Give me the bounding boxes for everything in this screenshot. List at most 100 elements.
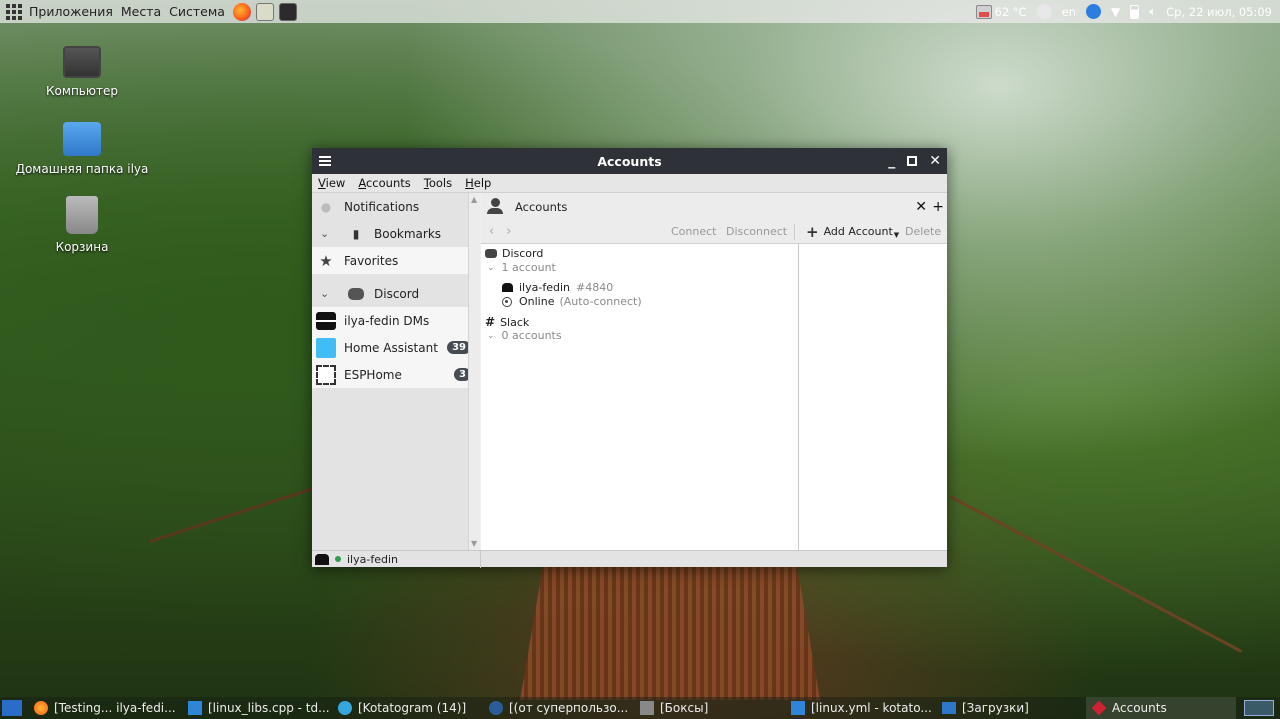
- tree-item-slack[interactable]: # Slack: [485, 315, 529, 329]
- chevron-down-icon[interactable]: ⌄: [487, 331, 495, 341]
- status-user[interactable]: ilya-fedin: [347, 553, 398, 566]
- forward-icon[interactable]: ›: [506, 224, 511, 239]
- taskbar-item-label: [Боксы]: [660, 701, 709, 715]
- menu-applications[interactable]: Приложения: [29, 4, 113, 19]
- battery-icon[interactable]: [1130, 4, 1140, 19]
- taskbar-item-active[interactable]: Accounts: [1086, 697, 1236, 719]
- chevron-down-icon[interactable]: ⌄: [487, 263, 495, 273]
- minimize-icon[interactable]: _: [888, 153, 895, 169]
- wallpaper-bridge: [520, 560, 820, 700]
- chevron-down-icon[interactable]: ⌄: [320, 287, 334, 300]
- desktop-icon-computer[interactable]: Компьютер: [12, 46, 152, 98]
- sidebar-item-discord[interactable]: ⌄ Discord: [312, 280, 479, 307]
- volume-icon[interactable]: 🔈︎: [1149, 4, 1156, 19]
- details-pane: [800, 244, 947, 550]
- back-icon[interactable]: ‹: [489, 224, 494, 239]
- menu-accounts[interactable]: Accounts: [358, 176, 410, 190]
- bell-icon: ●: [320, 199, 332, 214]
- sidebar: ● Notifications ⌄ ▮ Bookmarks ★ Favorite…: [312, 193, 480, 550]
- accounts-panel: Accounts ✕ + ‹ › Connect Disconnect + Ad…: [481, 193, 947, 550]
- sidebar-scrollbar[interactable]: ▲ ▼: [468, 193, 480, 550]
- sidebar-item-bookmarks[interactable]: ⌄ ▮ Bookmarks: [312, 220, 479, 247]
- tree-item-account[interactable]: ilya-fedin #4840: [502, 281, 613, 294]
- taskbar-item-label: [linux_libs.cpp - td...: [208, 701, 330, 715]
- taskbar-item[interactable]: [Загрузки]: [942, 701, 1029, 715]
- disconnect-button[interactable]: Disconnect: [726, 225, 787, 238]
- connect-button[interactable]: Connect: [671, 225, 716, 238]
- menu-tools[interactable]: Tools: [424, 176, 452, 190]
- chevron-down-icon[interactable]: ⌄: [320, 227, 334, 240]
- taskbar-item[interactable]: [Боксы]: [640, 701, 708, 715]
- keyboard-layout[interactable]: en: [1062, 5, 1076, 19]
- close-icon[interactable]: ✕: [929, 153, 941, 169]
- close-tab-icon[interactable]: ✕: [915, 199, 927, 215]
- desktop-icon-trash[interactable]: Корзина: [12, 196, 152, 254]
- slack-icon: #: [485, 315, 496, 329]
- scroll-down-icon[interactable]: ▼: [471, 539, 477, 548]
- folder-icon: [942, 702, 956, 714]
- scroll-up-icon[interactable]: ▲: [471, 195, 477, 204]
- taskbar-item[interactable]: [linux_libs.cpp - td...: [188, 701, 330, 715]
- taskbar-item[interactable]: [linux.yml - kotato...: [791, 701, 932, 715]
- delete-button[interactable]: Delete: [905, 225, 941, 238]
- text-editor-icon[interactable]: [255, 2, 274, 21]
- workspace-switcher[interactable]: [1244, 700, 1274, 716]
- account-count: 1 account: [501, 261, 556, 274]
- add-account-button[interactable]: + Add Account ▼: [806, 223, 899, 241]
- hat-icon: [502, 283, 513, 292]
- account-discriminator: #4840: [575, 281, 614, 294]
- tab-accounts[interactable]: Accounts: [515, 200, 567, 214]
- taskbar-item[interactable]: [(от суперпользо...: [489, 701, 628, 715]
- sidebar-item-label: Bookmarks: [374, 226, 442, 241]
- menu-help[interactable]: Help: [465, 176, 491, 190]
- maximize-icon[interactable]: [907, 156, 918, 166]
- top-panel: Приложения Места Система 62 °C en ▼ 🔈︎ С…: [0, 0, 1280, 23]
- dropdown-arrow-icon: ▼: [893, 230, 900, 239]
- account-status: Online: [519, 295, 555, 308]
- apps-grid-icon[interactable]: [6, 3, 22, 20]
- sidebar-item-home-assistant[interactable]: Home Assistant 39: [312, 334, 479, 361]
- discord-icon: [346, 284, 366, 304]
- status-divider: [480, 551, 481, 568]
- home-folder-icon: [63, 122, 101, 156]
- taskbar-item[interactable]: [Testing... ilya-fedi...: [34, 701, 176, 715]
- network-manager-icon[interactable]: [1085, 4, 1101, 19]
- tab-bar: Accounts ✕ +: [481, 193, 947, 220]
- terminal-icon: [489, 701, 503, 715]
- system-tray: 62 °C en ▼ 🔈︎ Ср, 22 июл, 05:09: [975, 0, 1272, 23]
- tree-item-discord[interactable]: Discord: [485, 247, 543, 260]
- taskbar-item-label: [Kotatogram (14)]: [358, 701, 467, 715]
- discord-icon: [485, 249, 497, 258]
- boxes-icon: [640, 701, 654, 715]
- terminal-icon[interactable]: [278, 2, 297, 21]
- cpu-temp-icon: [975, 4, 992, 19]
- hamburger-menu-icon[interactable]: [319, 154, 331, 168]
- sidebar-item-dms[interactable]: ilya-fedin DMs: [312, 307, 479, 334]
- add-account-label: Add Account: [823, 225, 893, 238]
- accounts-app-icon: [1091, 700, 1107, 716]
- menu-places[interactable]: Места: [121, 4, 161, 19]
- firefox-icon: [34, 701, 48, 715]
- taskbar-item-label: [(от суперпользо...: [509, 701, 629, 715]
- hat-icon: [316, 311, 336, 331]
- sidebar-item-esphome[interactable]: ESPHome 3: [312, 361, 479, 388]
- sidebar-item-notifications[interactable]: ● Notifications: [312, 193, 479, 220]
- window-titlebar[interactable]: Accounts _ ✕: [312, 148, 947, 174]
- clock[interactable]: Ср, 22 июл, 05:09: [1166, 5, 1272, 19]
- online-status-icon: [502, 296, 512, 307]
- firefox-icon[interactable]: [232, 2, 251, 21]
- taskbar-item[interactable]: [Kotatogram (14)]: [338, 701, 466, 715]
- discord-tray-icon[interactable]: [1036, 4, 1052, 19]
- menu-view[interactable]: View: [318, 176, 345, 190]
- show-desktop-icon[interactable]: [2, 700, 22, 716]
- plus-icon: +: [806, 222, 819, 241]
- sidebar-item-favorites[interactable]: ★ Favorites: [312, 247, 479, 274]
- account-name: ilya-fedin: [519, 281, 570, 294]
- new-tab-icon[interactable]: +: [932, 199, 944, 215]
- desktop-icon-label: Компьютер: [46, 84, 118, 98]
- desktop-icon-home[interactable]: Домашняя папка ilya: [12, 122, 152, 176]
- menu-system[interactable]: Система: [169, 4, 225, 19]
- wifi-icon[interactable]: ▼: [1111, 5, 1120, 19]
- esphome-icon: [316, 364, 336, 385]
- hat-icon: [315, 553, 329, 565]
